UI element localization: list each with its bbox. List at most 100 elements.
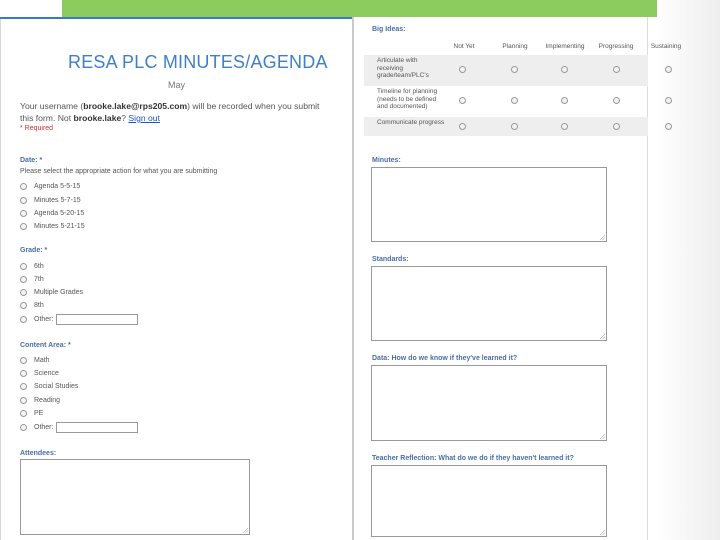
grid-radio-button[interactable] bbox=[561, 97, 568, 104]
grid-radio-button[interactable] bbox=[665, 123, 672, 130]
date-option[interactable]: Minutes 5-7-15 bbox=[20, 195, 81, 205]
content-area-other-input[interactable] bbox=[56, 421, 139, 433]
radio-button[interactable] bbox=[20, 409, 27, 417]
grid-row: Articulate with receiving grade/team/PLC… bbox=[364, 55, 672, 86]
grid-radio-button[interactable] bbox=[561, 123, 568, 130]
grid-radio-button[interactable] bbox=[613, 123, 620, 130]
option-label: Minutes 5-7-15 bbox=[34, 196, 81, 204]
teacher-reflection-textarea[interactable] bbox=[371, 465, 607, 537]
grid-column-header: Planning bbox=[502, 43, 528, 50]
grid-radio-button[interactable] bbox=[665, 66, 672, 73]
option-label: Minutes 5-21-15 bbox=[34, 222, 85, 230]
grade-option[interactable]: 6th bbox=[20, 261, 44, 271]
radio-button[interactable] bbox=[20, 222, 27, 230]
grid-radio-button[interactable] bbox=[613, 97, 620, 104]
radio-button[interactable] bbox=[20, 196, 27, 204]
grid-radio-button[interactable] bbox=[561, 66, 568, 73]
grid-header-row: Not Yet Planning Implementing Progressin… bbox=[364, 37, 682, 55]
grade-option-other[interactable]: Other: bbox=[20, 313, 139, 325]
radio-button[interactable] bbox=[20, 182, 27, 190]
option-label: Math bbox=[34, 356, 50, 364]
option-label: Multiple Grades bbox=[34, 288, 84, 296]
content-area-option[interactable]: Social Studies bbox=[20, 381, 78, 391]
sign-out-link[interactable]: Sign out bbox=[128, 113, 160, 123]
radio-button[interactable] bbox=[20, 423, 27, 431]
option-label: Science bbox=[34, 369, 59, 377]
radio-button[interactable] bbox=[20, 396, 27, 404]
radio-button[interactable] bbox=[20, 209, 27, 217]
data-textarea[interactable] bbox=[371, 365, 607, 441]
grid-row: Communicate progress bbox=[364, 117, 672, 136]
minutes-question-label: Minutes: bbox=[372, 157, 401, 164]
grid-radio-button[interactable] bbox=[511, 66, 518, 73]
grade-question-label: Grade: * bbox=[20, 247, 48, 254]
big-ideas-question-label: Big Ideas: bbox=[372, 26, 406, 33]
grid-column-header: Not Yet bbox=[453, 43, 475, 50]
date-option[interactable]: Agenda 5-5-15 bbox=[20, 181, 80, 191]
big-ideas-grid: Not Yet Planning Implementing Progressin… bbox=[364, 37, 682, 136]
content-area-option[interactable]: Science bbox=[20, 368, 59, 378]
grid-radio-button[interactable] bbox=[613, 66, 620, 73]
option-label: Other: bbox=[34, 315, 54, 323]
radio-button[interactable] bbox=[20, 369, 27, 377]
grid-column-header: Progressing bbox=[598, 43, 634, 50]
option-label: PE bbox=[34, 409, 44, 417]
grid-radio-button[interactable] bbox=[665, 97, 672, 104]
username-notice-prefix: Your username ( bbox=[20, 101, 84, 111]
grid-radio-button[interactable] bbox=[459, 97, 466, 104]
radio-button[interactable] bbox=[20, 301, 27, 309]
grid-radio-button[interactable] bbox=[459, 66, 466, 73]
radio-button[interactable] bbox=[20, 382, 27, 390]
option-label: 8th bbox=[34, 301, 44, 309]
standards-question-label: Standards: bbox=[372, 256, 409, 263]
date-question-label: Date: * bbox=[20, 157, 43, 164]
option-label: 6th bbox=[34, 262, 44, 270]
date-question-help: Please select the appropriate action for… bbox=[20, 168, 218, 175]
option-label: 7th bbox=[34, 275, 44, 283]
required-note: * Required bbox=[20, 125, 54, 132]
date-option[interactable]: Agenda 5-20-15 bbox=[20, 208, 84, 218]
username-short: brooke.lake bbox=[73, 113, 122, 123]
grade-option[interactable]: 7th bbox=[20, 274, 44, 284]
standards-textarea[interactable] bbox=[371, 266, 607, 341]
date-option[interactable]: Minutes 5-21-15 bbox=[20, 221, 85, 231]
grid-column-header: Sustaining bbox=[650, 43, 682, 50]
grid-row-label: Articulate with receiving grade/team/PLC… bbox=[377, 57, 429, 79]
option-label: Agenda 5-20-15 bbox=[34, 209, 85, 217]
grade-other-input[interactable] bbox=[56, 313, 139, 325]
radio-button[interactable] bbox=[20, 275, 27, 283]
radio-button[interactable] bbox=[20, 356, 27, 364]
grid-row-label: Communicate progress bbox=[377, 119, 445, 126]
option-label: Reading bbox=[34, 396, 61, 404]
option-label: Other: bbox=[34, 423, 54, 431]
content-area-option[interactable]: PE bbox=[20, 408, 43, 418]
content-area-question-label: Content Area: * bbox=[20, 342, 71, 349]
form-title: RESA PLC MINUTES/AGENDA bbox=[68, 52, 328, 72]
grid-radio-button[interactable] bbox=[511, 97, 518, 104]
data-question-label: Data: How do we know if they've learned … bbox=[372, 355, 518, 362]
radio-button[interactable] bbox=[20, 315, 27, 323]
minutes-textarea[interactable] bbox=[371, 167, 607, 242]
content-area-option[interactable]: Math bbox=[20, 355, 50, 365]
attendees-question-label: Attendees: bbox=[20, 450, 57, 457]
form-subtitle: May bbox=[168, 80, 186, 90]
grid-radio-button[interactable] bbox=[459, 123, 466, 130]
option-label: Social Studies bbox=[34, 382, 79, 390]
grid-row-label: Timeline for planning (needs to be defin… bbox=[377, 88, 438, 110]
option-label: Agenda 5-5-15 bbox=[34, 182, 81, 190]
content-area-option[interactable]: Reading bbox=[20, 395, 60, 405]
slide-edge-shadow bbox=[657, 0, 720, 540]
grade-option[interactable]: Multiple Grades bbox=[20, 287, 83, 297]
teacher-reflection-question-label: Teacher Reflection: What do we do if the… bbox=[372, 455, 574, 462]
grid-column-header: Implementing bbox=[545, 43, 585, 50]
grade-option[interactable]: 8th bbox=[20, 300, 44, 310]
radio-button[interactable] bbox=[20, 288, 27, 296]
radio-button[interactable] bbox=[20, 262, 27, 270]
grid-row: Timeline for planning (needs to be defin… bbox=[364, 86, 672, 117]
grid-radio-button[interactable] bbox=[511, 123, 518, 130]
username-value: brooke.lake@rps205.com bbox=[83, 101, 188, 111]
attendees-textarea[interactable] bbox=[20, 459, 250, 535]
top-accent-bar bbox=[62, 0, 657, 17]
content-area-option-other[interactable]: Other: bbox=[20, 421, 139, 433]
username-notice: Your username (brooke.lake@rps205.com) w… bbox=[20, 100, 325, 124]
